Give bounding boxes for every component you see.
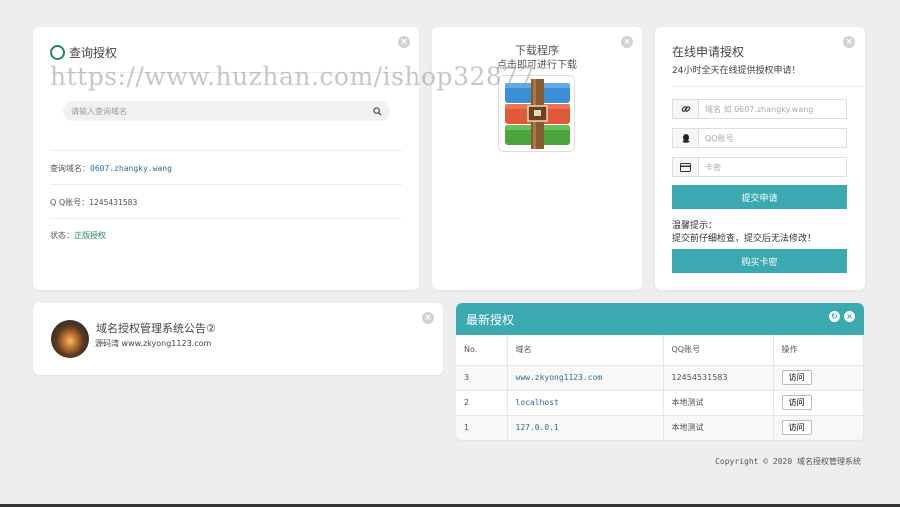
download-package-button[interactable] <box>498 75 575 152</box>
row-qq: 本地测试 <box>663 390 774 416</box>
circle-icon <box>50 45 65 60</box>
tip-text: 提交前仔细检查，提交后无法修改！ <box>672 234 817 244</box>
qq-field <box>672 128 847 148</box>
row-no: 1 <box>456 415 508 440</box>
qq-value: 1245431583 <box>89 198 138 207</box>
avatar <box>51 320 89 358</box>
close-icon[interactable]: × <box>844 311 855 322</box>
submit-button[interactable]: 提交申请 <box>672 185 847 209</box>
row-qq: 本地测试 <box>663 415 774 440</box>
status-info: 状态：正版授权 <box>50 230 106 241</box>
row-no: 3 <box>456 365 508 391</box>
table-row: 3 www.zkyong1123.com 12454531583 访问 <box>456 365 864 391</box>
status-label: 状态： <box>50 231 74 240</box>
row-qq: 12454531583 <box>663 365 774 391</box>
download-subtitle: 点击即可进行下载 <box>497 60 577 71</box>
domain-field <box>672 99 847 119</box>
credit-card-icon <box>673 158 699 176</box>
apply-title: 在线申请授权 <box>672 45 745 59</box>
domain-info: 查询域名：0607.zhangky.wang <box>50 163 172 174</box>
notice-title: 域名授权管理系统公告② <box>96 322 216 335</box>
card-key-input[interactable] <box>699 158 846 176</box>
visit-button[interactable]: 访问 <box>781 395 812 410</box>
divider <box>50 72 402 73</box>
search-box <box>63 101 390 121</box>
latest-table: No. 域名 QQ账号 操作 3 www.zkyong1123.com 1245… <box>456 335 864 440</box>
query-title: 查询授权 <box>69 46 118 60</box>
qq-label: Q Q账号： <box>50 198 90 207</box>
divider <box>50 184 402 185</box>
divider <box>50 150 402 151</box>
column-header: No. <box>456 335 508 366</box>
close-icon[interactable]: × <box>398 36 410 48</box>
table-row: 2 localhost 本地测试 访问 <box>456 390 864 416</box>
divider <box>672 86 864 87</box>
query-card: × 查询授权 查询域名：0607.zhangky.wang Q Q账号：1245… <box>33 27 419 290</box>
latest-header: 最新授权 ↻ × <box>456 303 864 335</box>
table-row: 1 127.0.0.1 本地测试 访问 <box>456 415 864 440</box>
refresh-icon[interactable]: ↻ <box>829 311 840 322</box>
status-value: 正版授权 <box>74 231 106 240</box>
column-header: QQ账号 <box>663 335 774 366</box>
notice-card: × 域名授权管理系统公告② 源码湾 www.zkyong1123.com <box>33 303 443 375</box>
latest-card: 最新授权 ↻ × No. 域名 QQ账号 操作 3 www.zkyong1123… <box>456 303 864 440</box>
apply-subtitle: 24小时全天在线提供授权申请！ <box>672 66 801 76</box>
card-key-field <box>672 157 847 177</box>
visit-button[interactable]: 访问 <box>781 370 812 385</box>
column-header: 操作 <box>773 335 864 366</box>
winrar-package-icon <box>505 79 570 149</box>
divider <box>50 218 402 219</box>
domain-input[interactable] <box>699 100 846 118</box>
search-icon[interactable] <box>373 106 382 116</box>
row-no: 2 <box>456 390 508 416</box>
row-action: 访问 <box>773 365 864 391</box>
latest-title: 最新授权 <box>466 313 515 327</box>
row-domain[interactable]: www.zkyong1123.com <box>507 365 664 391</box>
qq-icon <box>673 129 699 147</box>
close-icon[interactable]: × <box>422 312 434 324</box>
notice-subtitle: 源码湾 www.zkyong1123.com <box>95 339 212 348</box>
link-icon <box>673 100 699 118</box>
close-icon[interactable]: × <box>843 36 855 48</box>
download-card: × 下载程序 点击即可进行下载 <box>432 27 642 290</box>
buy-card-button[interactable]: 购买卡密 <box>672 249 847 273</box>
column-header: 域名 <box>507 335 664 366</box>
visit-button[interactable]: 访问 <box>781 420 812 435</box>
row-action: 访问 <box>773 390 864 416</box>
row-domain[interactable]: localhost <box>507 390 664 416</box>
apply-card: × 在线申请授权 24小时全天在线提供授权申请！ 提交申请 温馨提示： 提交前仔… <box>655 27 865 290</box>
search-input[interactable] <box>71 106 373 116</box>
qq-input[interactable] <box>699 129 846 147</box>
row-domain[interactable]: 127.0.0.1 <box>507 415 664 440</box>
domain-value: 0607.zhangky.wang <box>90 164 172 173</box>
copyright: Copyright © 2020 域名授权管理系统 <box>715 457 861 466</box>
domain-label: 查询域名： <box>50 164 90 173</box>
table-header-row: No. 域名 QQ账号 操作 <box>456 335 864 366</box>
row-action: 访问 <box>773 415 864 440</box>
qq-info: Q Q账号：1245431583 <box>50 197 137 208</box>
tip-title: 温馨提示： <box>672 221 718 231</box>
